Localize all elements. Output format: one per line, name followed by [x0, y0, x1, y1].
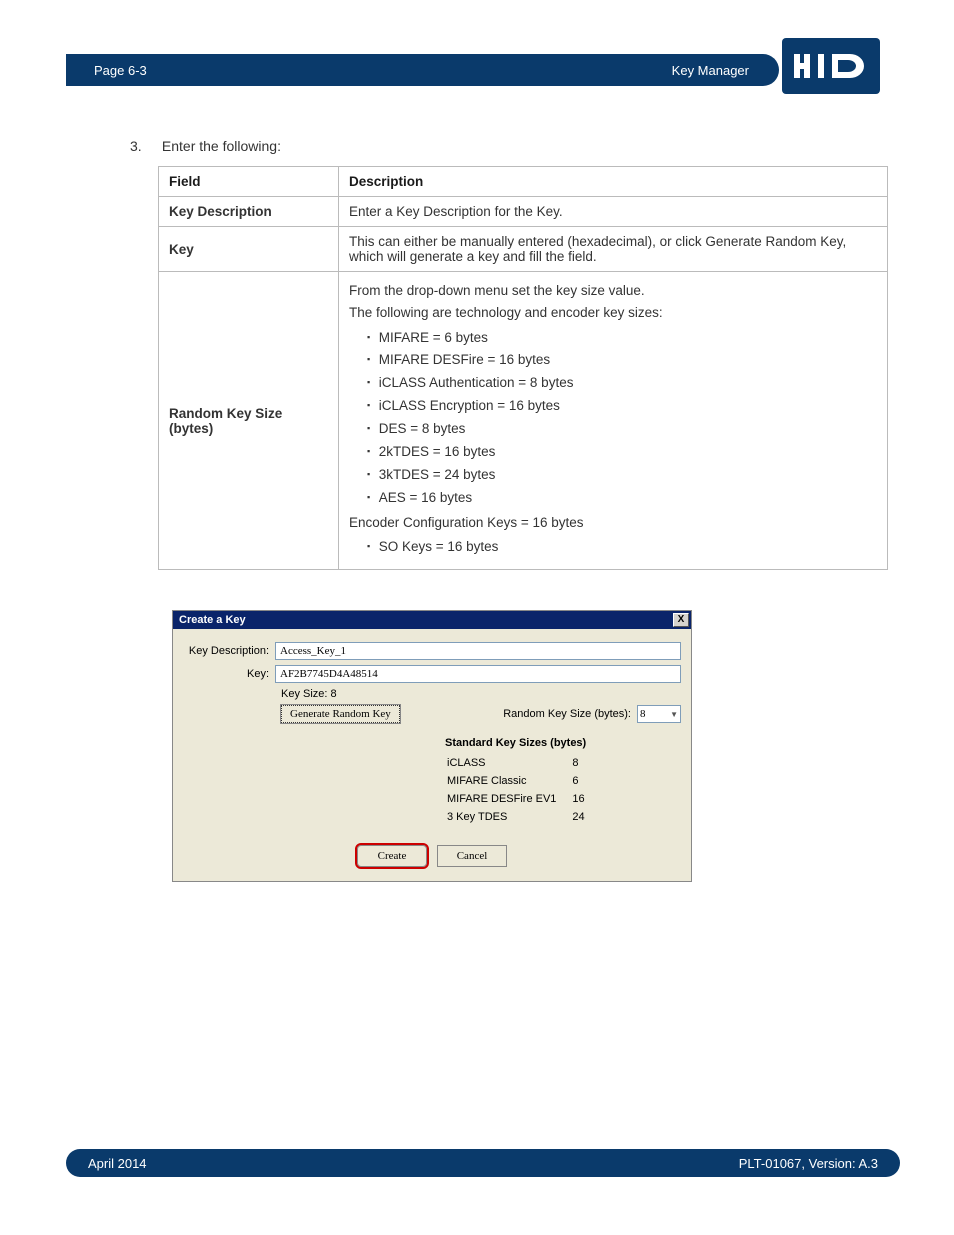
- standard-key-sizes-title: Standard Key Sizes (bytes): [445, 737, 681, 749]
- bullet-item: SO Keys = 16 bytes: [367, 537, 877, 558]
- close-icon[interactable]: X: [673, 613, 689, 627]
- table-row: Random Key Size (bytes) From the drop-do…: [159, 272, 888, 570]
- section-title: Key Manager: [672, 63, 749, 78]
- footer-doc: PLT-01067, Version: A.3: [739, 1156, 878, 1171]
- bullet-item: 2kTDES = 16 bytes: [367, 442, 877, 463]
- dialog-title-text: Create a Key: [179, 614, 246, 626]
- std-size: 16: [572, 791, 598, 807]
- brand-logo: [782, 38, 880, 94]
- row-key-size: Key Size: 8: [281, 688, 681, 700]
- bullet-item: iCLASS Encryption = 16 bytes: [367, 396, 877, 417]
- cell-description: From the drop-down menu set the key size…: [339, 272, 888, 570]
- table-row: MIFARE DESFire EV1 16: [447, 791, 599, 807]
- create-button[interactable]: Create: [357, 845, 427, 867]
- random-key-size-group: Random Key Size (bytes): 8 ▼: [503, 705, 681, 723]
- table-row: 3 Key TDES 24: [447, 809, 599, 825]
- footer-date: April 2014: [88, 1156, 147, 1171]
- key-input[interactable]: [275, 665, 681, 683]
- std-size: 24: [572, 809, 598, 825]
- standard-key-sizes-table: iCLASS 8 MIFARE Classic 6 MIFARE DESFire…: [445, 753, 601, 827]
- bullet-item: DES = 8 bytes: [367, 419, 877, 440]
- key-size-value: 8: [331, 688, 337, 700]
- random-key-size-select[interactable]: 8 ▼: [637, 705, 681, 723]
- bullet-item: MIFARE = 6 bytes: [367, 328, 877, 349]
- desc-line: Encoder Configuration Keys = 16 bytes: [349, 513, 877, 533]
- generate-random-key-button[interactable]: Generate Random Key: [281, 705, 400, 723]
- page-header: Page 6-3 Key Manager: [66, 54, 779, 86]
- bullet-list: MIFARE = 6 bytes MIFARE DESFire = 16 byt…: [349, 328, 877, 509]
- std-name: iCLASS: [447, 755, 570, 771]
- row-key-description: Key Description:: [183, 642, 681, 660]
- cell-description: This can either be manually entered (hex…: [339, 227, 888, 272]
- table-row: MIFARE Classic 6: [447, 773, 599, 789]
- cell-field: Key: [159, 227, 339, 272]
- dialog-actions: Create Cancel: [183, 845, 681, 867]
- label-key-description: Key Description:: [183, 645, 275, 657]
- step-text: Enter the following:: [162, 138, 281, 154]
- bullet-item: 3kTDES = 24 bytes: [367, 465, 877, 486]
- cell-field: Random Key Size (bytes): [159, 272, 339, 570]
- label-random-key-size: Random Key Size (bytes):: [503, 708, 631, 720]
- content-area: 3. Enter the following: Field Descriptio…: [130, 138, 894, 882]
- cell-description: Enter a Key Description for the Key.: [339, 197, 888, 227]
- table-row: Key Description Enter a Key Description …: [159, 197, 888, 227]
- cancel-button[interactable]: Cancel: [437, 845, 507, 867]
- row-key: Key:: [183, 665, 681, 683]
- standard-key-sizes: Standard Key Sizes (bytes) iCLASS 8 MIFA…: [445, 737, 681, 827]
- cell-field: Key Description: [159, 197, 339, 227]
- col-field: Field: [159, 167, 339, 197]
- bullet-item: iCLASS Authentication = 8 bytes: [367, 373, 877, 394]
- label-key: Key:: [183, 668, 275, 680]
- std-name: MIFARE DESFire EV1: [447, 791, 570, 807]
- std-size: 6: [572, 773, 598, 789]
- dialog-body: Key Description: Key: Key Size: 8 Genera…: [173, 629, 691, 881]
- step-line: 3. Enter the following:: [130, 138, 894, 154]
- label-key-size: Key Size:: [281, 688, 327, 700]
- col-description: Description: [339, 167, 888, 197]
- chevron-down-icon: ▼: [670, 710, 678, 719]
- std-size: 8: [572, 755, 598, 771]
- desc-line: The following are technology and encoder…: [349, 303, 877, 323]
- step-number: 3.: [130, 138, 158, 154]
- dialog-titlebar[interactable]: Create a Key X: [173, 611, 691, 629]
- bullet-list: SO Keys = 16 bytes: [349, 537, 877, 558]
- std-name: MIFARE Classic: [447, 773, 570, 789]
- bullet-item: AES = 16 bytes: [367, 488, 877, 509]
- desc-line: From the drop-down menu set the key size…: [349, 281, 877, 301]
- random-key-size-value: 8: [640, 708, 646, 720]
- bullet-item: MIFARE DESFire = 16 bytes: [367, 350, 877, 371]
- create-key-dialog: Create a Key X Key Description: Key: Key…: [172, 610, 692, 882]
- row-generate: Generate Random Key Random Key Size (byt…: [281, 705, 681, 723]
- page-footer: April 2014 PLT-01067, Version: A.3: [66, 1149, 900, 1177]
- page-number: Page 6-3: [94, 63, 147, 78]
- table-row: Key This can either be manually entered …: [159, 227, 888, 272]
- field-description-table: Field Description Key Description Enter …: [158, 166, 888, 570]
- key-description-input[interactable]: [275, 642, 681, 660]
- table-header-row: Field Description: [159, 167, 888, 197]
- table-row: iCLASS 8: [447, 755, 599, 771]
- std-name: 3 Key TDES: [447, 809, 570, 825]
